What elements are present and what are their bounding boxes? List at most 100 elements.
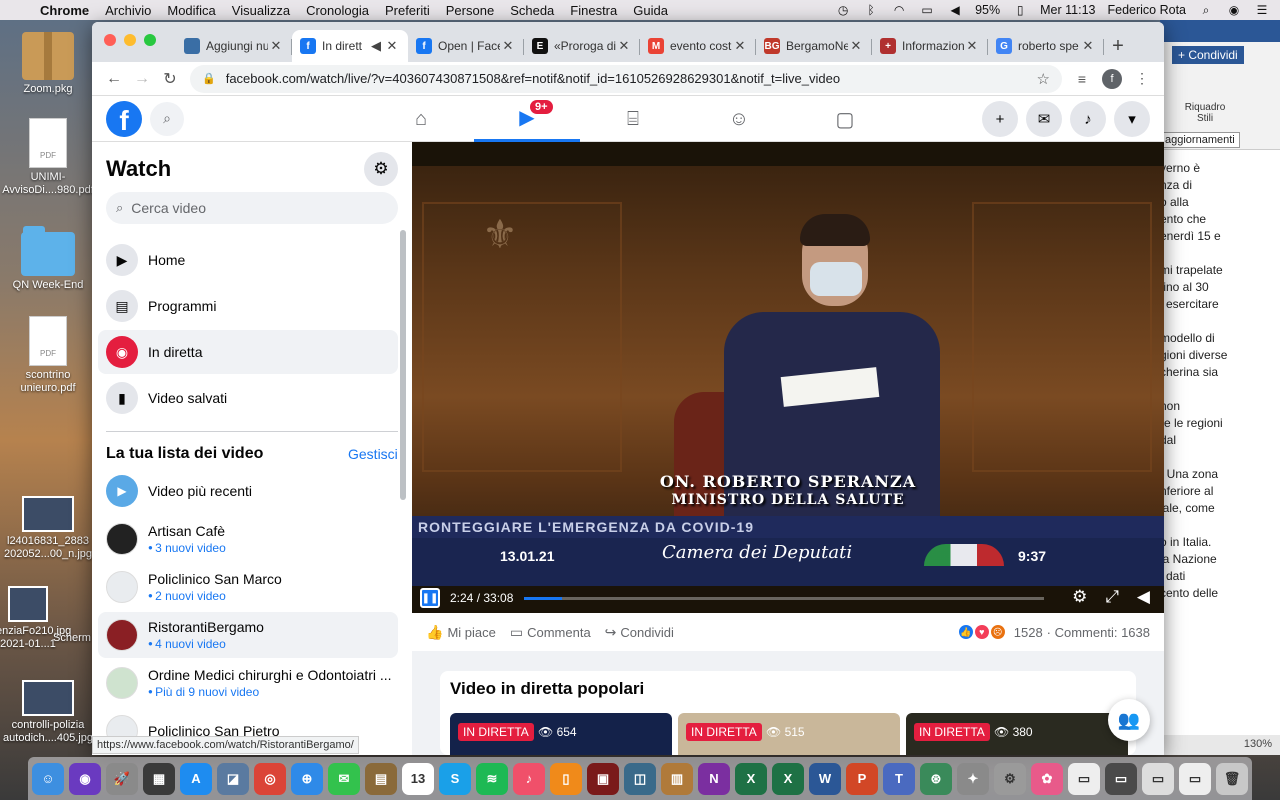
reading-list-icon[interactable]: ≡ [1068, 71, 1096, 87]
menu-window[interactable]: Finestra [562, 3, 625, 18]
close-window-button[interactable] [104, 34, 116, 46]
powerpoint-icon[interactable]: P [846, 762, 878, 795]
updates-button[interactable]: aggiornamenti [1160, 132, 1240, 148]
tab-close-icon[interactable]: ✕ [616, 38, 632, 54]
word-icon[interactable]: W [809, 762, 841, 795]
menu-app-name[interactable]: Chrome [32, 3, 97, 18]
image-capture-icon[interactable]: ◫ [624, 762, 656, 795]
notification-center-icon[interactable]: ☰ [1254, 4, 1270, 16]
satellite-icon[interactable]: ✦ [957, 762, 989, 795]
music-icon[interactable]: ♪ [513, 762, 545, 795]
document-icon[interactable]: ▭ [1068, 762, 1100, 795]
desktop-icon-photo-1[interactable]: l24016831_2883 202052...00_n.jpg [0, 496, 96, 561]
notifications-bell-icon[interactable]: ♪ [1070, 101, 1106, 137]
watchlist-item[interactable]: ▶ Video più recenti [98, 468, 398, 514]
messages-icon[interactable]: ✉ [328, 762, 360, 795]
volume-icon[interactable]: ◀ [947, 4, 963, 16]
calendar-icon[interactable]: 13 [402, 762, 434, 795]
menu-view[interactable]: Visualizza [224, 3, 298, 18]
nav-marketplace-icon[interactable]: ⌸ [580, 96, 686, 142]
tab-close-icon[interactable]: ✕ [848, 38, 864, 54]
teams-icon[interactable]: T [883, 762, 915, 795]
styles-pane-button[interactable]: Riquadro Stili [1180, 102, 1230, 124]
word-zoom-level[interactable]: 130% [1160, 735, 1280, 755]
notes-icon[interactable]: ▤ [365, 762, 397, 795]
onenote-icon[interactable]: N [698, 762, 730, 795]
manage-link[interactable]: Gestisci [348, 446, 398, 462]
video-search-input[interactable]: ⌕ Cerca video [106, 192, 398, 224]
skype-icon[interactable]: S [439, 762, 471, 795]
launchpad-icon[interactable]: 🚀 [106, 762, 138, 795]
bluetooth-icon[interactable]: ᛒ [863, 4, 879, 16]
user-name[interactable]: Federico Rota [1107, 3, 1186, 17]
popular-live-card[interactable]: IN DIRETTA 👁 654 [450, 713, 672, 755]
sidebar-item-live[interactable]: ◉ In diretta [98, 330, 398, 374]
photo-booth-icon[interactable]: ▣ [587, 762, 619, 795]
url-text[interactable]: facebook.com/watch/live/?v=4036074308715… [226, 71, 1037, 86]
books-icon[interactable]: ▯ [550, 762, 582, 795]
browser-tab[interactable]: BG BergamoNe ✕ [756, 30, 872, 62]
create-plus-icon[interactable]: + [982, 101, 1018, 137]
wifi-icon[interactable]: ◠ [891, 4, 907, 16]
share-button[interactable]: ↪ Condividi [605, 624, 674, 641]
safari-icon[interactable]: ⊕ [291, 762, 323, 795]
comment-button[interactable]: ▭ Commenta [510, 624, 591, 641]
sidebar-item-programmi[interactable]: ▤ Programmi [98, 284, 398, 328]
browser-tab[interactable]: f In dirett ◀ ✕ [292, 30, 408, 62]
address-bar[interactable]: 🔒 facebook.com/watch/live/?v=40360743087… [190, 64, 1062, 93]
menu-history[interactable]: Cronologia [298, 3, 377, 18]
like-button[interactable]: 👍 Mi piace [426, 624, 496, 641]
excel-icon[interactable]: X [735, 762, 767, 795]
bookmark-star-icon[interactable]: ☆ [1037, 70, 1050, 88]
watchlist-item[interactable]: Artisan Cafè 3 nuovi video [98, 516, 398, 562]
zoom-window-button[interactable] [144, 34, 156, 46]
siri-menu-icon[interactable]: ◉ [1226, 4, 1242, 16]
watchlist-item[interactable]: RistorantiBergamo 4 nuovi video [98, 612, 398, 658]
preferences-icon[interactable]: ⚙ [994, 762, 1026, 795]
menu-edit[interactable]: Modifica [159, 3, 223, 18]
browser-tab[interactable]: Groberto spe ✕ [988, 30, 1104, 62]
reload-icon[interactable]: ↻ [156, 69, 184, 89]
tab-audio-icon[interactable]: ◀ [368, 38, 384, 54]
browser-tab[interactable]: Aggiungi nu ✕ [176, 30, 292, 62]
tab-close-icon[interactable]: ✕ [500, 38, 516, 54]
video-settings-gear-icon[interactable]: ⚙ [1072, 587, 1087, 607]
photos-folder-icon[interactable]: ▥ [661, 762, 693, 795]
messenger-icon[interactable]: ✉ [1026, 101, 1062, 137]
nav-groups-icon[interactable]: ☺ [686, 96, 792, 142]
desktop-icon-qn-folder[interactable]: QN Week-End [0, 226, 96, 292]
nav-home-icon[interactable]: ⌂ [368, 96, 474, 142]
trash-icon[interactable]: 🗑 [1216, 762, 1248, 795]
sidebar-scrollbar[interactable] [400, 230, 406, 500]
facebook-logo-icon[interactable]: f [106, 100, 142, 137]
time-machine-icon[interactable]: ◷ [835, 4, 851, 16]
reaction-stats[interactable]: 👍 ♥ ☹ 1528 · Commenti: 1638 [957, 624, 1150, 640]
preview-icon[interactable]: ◪ [217, 762, 249, 795]
tab-close-icon[interactable]: ✕ [732, 38, 748, 54]
watchlist-item[interactable]: Policlinico San Marco 2 nuovi video [98, 564, 398, 610]
finder-icon[interactable]: ☺ [32, 762, 64, 795]
network-icon[interactable]: ⊛ [920, 762, 952, 795]
browser-tab[interactable]: + Informazion ✕ [872, 30, 988, 62]
profile-avatar[interactable]: f [1102, 68, 1122, 89]
comments-count[interactable]: · Commenti: 1638 [1047, 625, 1150, 640]
nav-gaming-icon[interactable]: ▢ [792, 96, 898, 142]
lock-icon[interactable]: 🔒 [202, 72, 216, 85]
chrome-menu-icon[interactable]: ⋮ [1128, 70, 1156, 87]
airplay-icon[interactable]: ▭ [919, 4, 935, 16]
menu-help[interactable]: Guida [625, 3, 676, 18]
new-tab-button[interactable]: + [1104, 30, 1132, 62]
chrome-icon[interactable]: ◎ [254, 762, 286, 795]
browser-tab[interactable]: f Open | Face ✕ [408, 30, 524, 62]
window-icon[interactable]: ▭ [1142, 762, 1174, 795]
watch-settings-gear-icon[interactable]: ⚙ [364, 152, 398, 186]
account-menu-chevron-icon[interactable]: ▾ [1114, 101, 1150, 137]
menu-tab[interactable]: Scheda [502, 3, 562, 18]
pause-button[interactable]: ❚❚ [420, 588, 440, 608]
sidebar-item-home[interactable]: ▶ Home [98, 238, 398, 282]
volume-icon[interactable]: ◀ [1137, 587, 1150, 607]
desktop-icon-scontrino-pdf[interactable]: PDF scontrino unieuro.pdf [0, 316, 96, 395]
menu-file[interactable]: Archivio [97, 3, 159, 18]
tab-close-icon[interactable]: ✕ [964, 38, 980, 54]
menu-bookmarks[interactable]: Preferiti [377, 3, 438, 18]
